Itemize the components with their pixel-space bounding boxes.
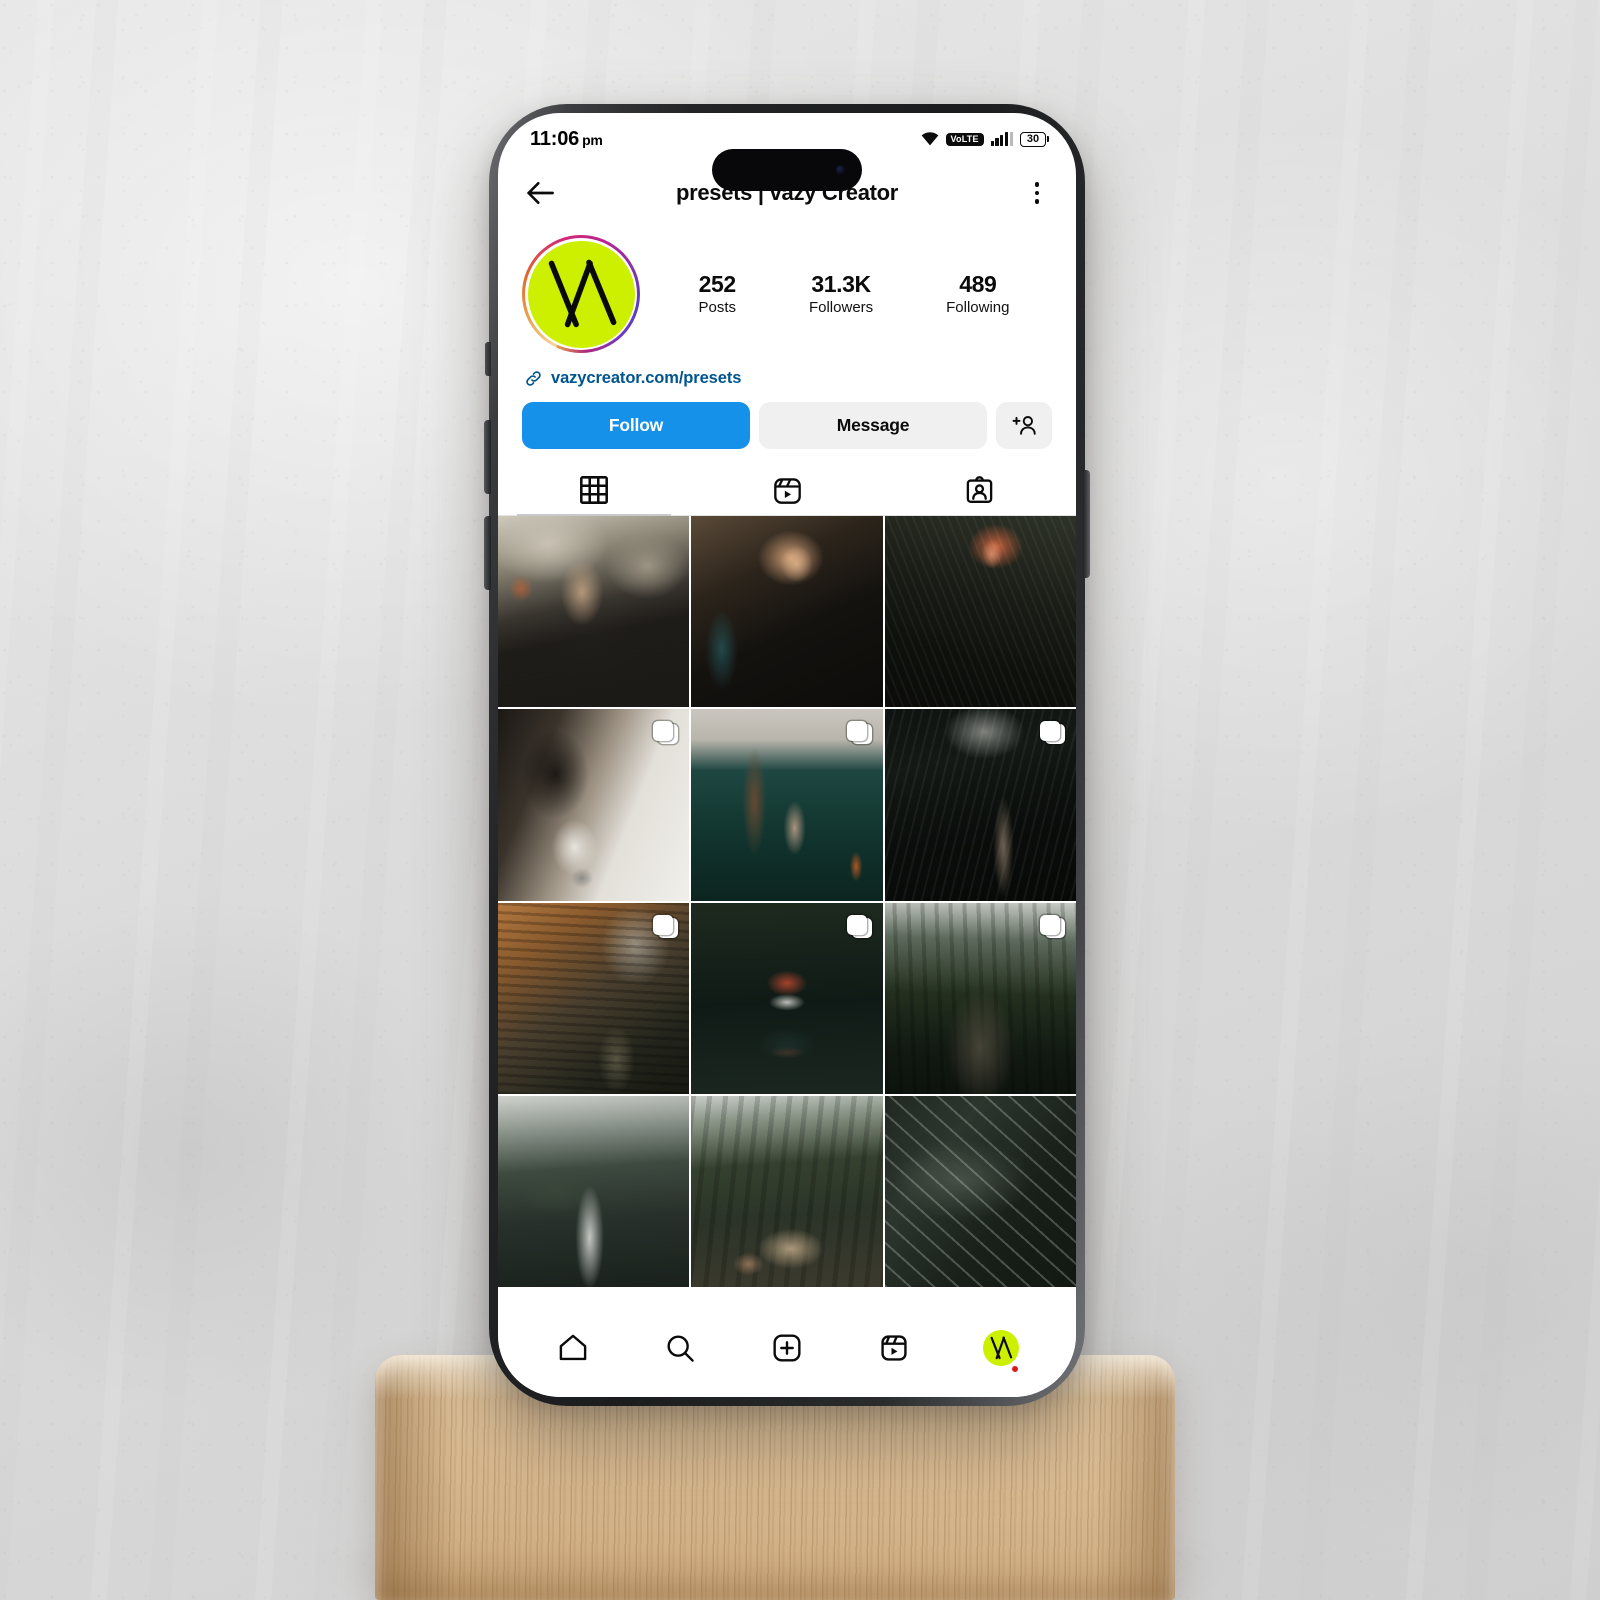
battery-indicator: 30: [1020, 131, 1046, 147]
dynamic-island: [712, 149, 862, 191]
volume-down-button[interactable]: [484, 516, 491, 590]
carousel-icon: [653, 721, 679, 746]
wifi-icon: [921, 132, 938, 146]
create-icon: [773, 1334, 801, 1362]
kebab-menu-icon[interactable]: [1024, 177, 1050, 209]
grid-post[interactable]: [884, 709, 1076, 901]
grid-post[interactable]: [498, 1096, 690, 1288]
stat-label: Following: [946, 298, 1010, 316]
bottom-navigation: [498, 1311, 1076, 1397]
tagged-icon: [966, 475, 993, 503]
profile-link-row[interactable]: vazycreator.com/presets: [498, 353, 1076, 388]
reels-icon: [881, 1335, 907, 1361]
stat-followers[interactable]: 31.3K Followers: [809, 271, 873, 318]
profile-tabs: [498, 465, 1076, 516]
carousel-icon: [846, 721, 872, 746]
silence-switch[interactable]: [485, 342, 491, 376]
status-icons: VoLTE 30: [921, 131, 1046, 147]
home-icon: [560, 1334, 587, 1361]
phone-device: 11:06 pm VoLTE 30 presets | vazy Creator…: [489, 104, 1085, 1406]
add-person-button[interactable]: [996, 402, 1052, 449]
carousel-icon: [846, 914, 872, 940]
posts-grid: [498, 516, 1076, 1288]
notification-badge: [1011, 1366, 1018, 1372]
grid-post[interactable]: [498, 709, 690, 901]
profile-avatar-icon: [982, 1330, 1019, 1366]
profile-header: 252 Posts 31.3K Followers 489 Following: [498, 221, 1076, 353]
grid-post[interactable]: [691, 516, 883, 708]
stat-following[interactable]: 489 Following: [946, 271, 1009, 318]
avatar-image: [527, 240, 635, 348]
profile-actions: Follow Message: [498, 388, 1076, 449]
reels-icon: [773, 477, 801, 504]
stat-value: 31.3K: [811, 270, 871, 297]
volte-badge: VoLTE: [945, 132, 984, 146]
stat-posts[interactable]: 252 Posts: [698, 271, 736, 318]
signal-bars-icon: [990, 132, 1013, 146]
grid-icon: [580, 476, 609, 504]
profile-link-text: vazycreator.com/presets: [551, 369, 742, 387]
link-icon: [526, 371, 541, 386]
nav-search[interactable]: [658, 1326, 702, 1370]
grid-post[interactable]: [691, 709, 883, 901]
power-button[interactable]: [1083, 470, 1090, 578]
stat-value: 252: [698, 270, 737, 297]
carousel-icon: [1040, 914, 1065, 940]
grid-post[interactable]: [884, 1096, 1076, 1288]
nav-reels[interactable]: [872, 1326, 916, 1370]
profile-stats: 252 Posts 31.3K Followers 489 Following: [640, 271, 1052, 318]
follow-button[interactable]: Follow: [522, 402, 750, 449]
clock-ampm: pm: [582, 131, 603, 148]
grid-post[interactable]: [884, 902, 1076, 1095]
scene-background: 11:06 pm VoLTE 30 presets | vazy Creator…: [0, 0, 1600, 1600]
vazy-logo-icon: [548, 259, 616, 327]
carousel-icon: [1040, 721, 1065, 746]
stat-value: 489: [959, 270, 997, 297]
add-person-icon: [1012, 416, 1036, 435]
grid-post[interactable]: [691, 1096, 883, 1288]
tab-posts-grid[interactable]: [498, 465, 691, 516]
grid-post[interactable]: [498, 902, 690, 1095]
grid-post[interactable]: [691, 902, 883, 1095]
grid-post[interactable]: [498, 516, 690, 708]
grid-post[interactable]: [884, 516, 1076, 708]
phone-screen: 11:06 pm VoLTE 30 presets | vazy Creator…: [498, 113, 1076, 1397]
avatar[interactable]: [522, 235, 640, 353]
status-clock: 11:06 pm: [530, 128, 603, 151]
clock-time: 11:06: [530, 127, 580, 150]
volume-up-button[interactable]: [484, 420, 491, 494]
message-button[interactable]: Message: [759, 402, 987, 449]
nav-home[interactable]: [551, 1326, 595, 1370]
nav-create[interactable]: [765, 1326, 809, 1370]
carousel-icon: [653, 914, 679, 940]
tab-tagged[interactable]: [883, 465, 1076, 515]
stat-label: Followers: [808, 298, 874, 316]
back-arrow-icon[interactable]: [524, 177, 556, 209]
stat-label: Posts: [698, 298, 736, 316]
tab-reels[interactable]: [691, 465, 884, 515]
search-icon: [667, 1335, 694, 1362]
nav-profile[interactable]: [979, 1326, 1023, 1372]
